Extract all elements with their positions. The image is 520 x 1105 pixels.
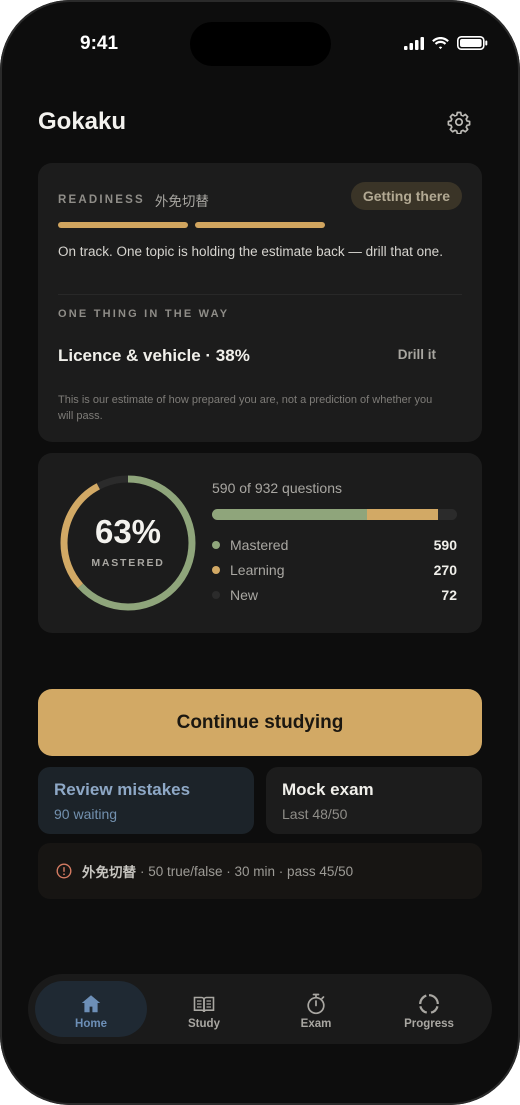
status-time: 9:41 [80, 33, 119, 54]
legend-row-new: New 72 [212, 585, 457, 605]
tab-home[interactable]: Home [35, 981, 147, 1037]
readiness-divider [58, 294, 462, 295]
readiness-segment-1 [58, 222, 188, 228]
legend-value: 72 [441, 587, 457, 603]
mock-exam-button[interactable]: Mock exam Last 48/50 [266, 767, 482, 834]
legend-name: Learning [230, 562, 285, 578]
readiness-segment-2 [195, 222, 325, 228]
exam-info-name: 外免切替 [82, 865, 136, 880]
readiness-summary: On track. One topic is holding the estim… [58, 244, 443, 259]
readiness-disclaimer: This is our estimate of how prepared you… [58, 394, 433, 422]
mastery-label: MASTERED [91, 557, 165, 569]
review-mistakes-button[interactable]: Review mistakes 90 waiting [38, 767, 254, 834]
progress-ring-icon [419, 994, 439, 1014]
stacked-bar-segment-new [438, 509, 457, 520]
obstacle-label: ONE THING IN THE WAY [58, 308, 230, 320]
review-mistakes-count: 90 waiting [54, 806, 118, 822]
obstacle-topic: Licence & vehicle · 38% [58, 346, 250, 365]
readiness-header: READINESS 外免切替 [58, 190, 209, 210]
readiness-card: READINESS 外免切替 Getting there On track. O… [38, 163, 482, 442]
legend-dot [212, 541, 220, 549]
legend-row-learning: Learning 270 [212, 560, 457, 580]
phone-screen: 9:41 Gokaku READINESS 外免切替 Getting there [0, 0, 520, 1105]
mastery-percent: 63% [94, 513, 162, 550]
book-icon [193, 996, 215, 1013]
legend-name: Mastered [230, 537, 289, 553]
readiness-status-badge: Getting there [350, 182, 462, 210]
wifi-icon [432, 37, 449, 50]
legend-value: 270 [433, 562, 457, 578]
stacked-bar-segment-mastered [212, 509, 368, 520]
gear-icon[interactable] [447, 110, 471, 134]
continue-studying-button[interactable]: Continue studying [38, 689, 482, 756]
drill-it-button[interactable]: Drill it [398, 347, 436, 362]
legend-value: 590 [433, 537, 457, 553]
tab-study-label: Study [188, 1018, 220, 1030]
tab-exam[interactable]: Exam [260, 981, 372, 1037]
tab-exam-label: Exam [300, 1018, 332, 1030]
legend-dot [212, 566, 220, 574]
tab-progress[interactable]: Progress [373, 981, 485, 1037]
info-icon [56, 863, 72, 879]
tab-progress-label: Progress [404, 1018, 454, 1030]
mock-exam-last-score: Last 48/50 [282, 806, 348, 822]
review-mistakes-title: Review mistakes [54, 780, 191, 799]
dynamic-island [190, 22, 331, 66]
app-title: Gokaku [38, 108, 127, 135]
progress-stacked-bar [212, 509, 457, 520]
legend-dot [212, 591, 220, 599]
question-summary: 590 of 932 questions [212, 480, 342, 496]
legend-name: New [230, 587, 259, 603]
exam-info-strip: 外免切替 · 50 true/false · 30 min · pass 45/… [38, 843, 482, 899]
signal-icon [404, 36, 424, 50]
tab-home-label: Home [75, 1018, 107, 1030]
exam-info-details: · 50 true/false · 30 min · pass 45/50 [140, 863, 354, 879]
home-icon [81, 995, 101, 1013]
status-icons [404, 36, 488, 50]
legend-row-mastered: Mastered 590 [212, 535, 457, 555]
battery-icon [457, 36, 488, 50]
tab-study[interactable]: Study [148, 981, 260, 1037]
readiness-exam-name: 外免切替 [154, 194, 209, 209]
stacked-bar-segment-learning [367, 509, 439, 520]
progress-card: 63% MASTERED 590 of 932 questions Master… [38, 453, 482, 633]
tab-bar: Home Study Exam Progress [28, 974, 492, 1044]
mock-exam-title: Mock exam [282, 780, 374, 799]
readiness-label: READINESS [58, 194, 145, 206]
stopwatch-icon [307, 993, 325, 1015]
